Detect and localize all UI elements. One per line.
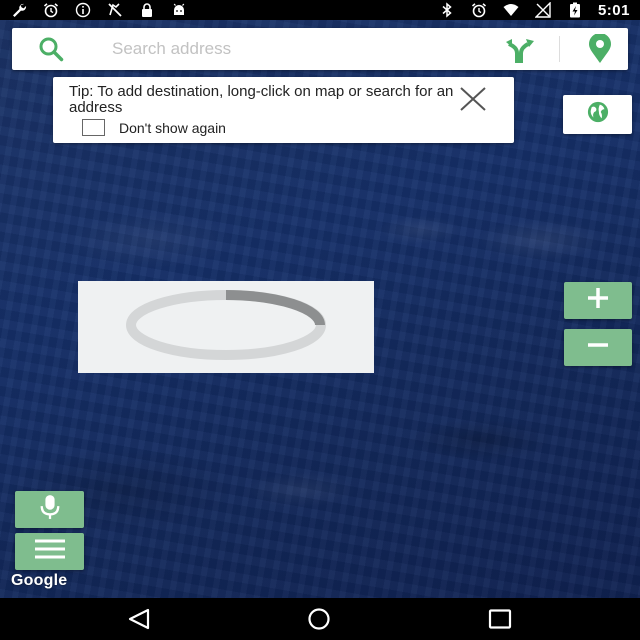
search-input[interactable] — [112, 34, 482, 64]
globe-icon — [587, 101, 609, 128]
android-icon — [170, 2, 188, 18]
hamburger-menu-icon — [33, 538, 67, 565]
zoom-out-button[interactable] — [564, 329, 632, 366]
close-icon[interactable] — [458, 86, 488, 112]
menu-button[interactable] — [15, 533, 84, 570]
search-bar — [12, 28, 628, 70]
route-icon[interactable] — [504, 36, 538, 64]
globe-button[interactable] — [563, 95, 632, 134]
signal-icon — [534, 2, 552, 18]
no-gps-icon — [106, 2, 124, 18]
status-bar: 5:01 — [0, 0, 640, 20]
battery-charging-icon — [566, 2, 584, 18]
google-attribution: Google — [11, 572, 68, 589]
minus-icon — [586, 333, 610, 362]
home-icon[interactable] — [305, 608, 333, 630]
tip-text: Tip: To add destination, long-click on m… — [69, 83, 454, 116]
status-time: 5:01 — [597, 1, 630, 19]
loading-panel — [78, 281, 374, 373]
back-icon[interactable] — [126, 608, 154, 630]
dont-show-again-checkbox[interactable] — [82, 119, 105, 136]
search-icon[interactable] — [38, 36, 64, 62]
alarm-icon — [470, 2, 488, 18]
location-pin-icon[interactable] — [583, 33, 617, 64]
dont-show-again-label: Don't show again — [119, 120, 226, 136]
recents-icon[interactable] — [486, 608, 514, 630]
info-icon — [74, 2, 92, 18]
voice-search-button[interactable] — [15, 491, 84, 528]
microphone-icon — [39, 494, 61, 525]
plus-icon — [586, 286, 610, 315]
zoom-in-button[interactable] — [564, 282, 632, 319]
wifi-icon — [502, 2, 520, 18]
wrench-icon — [10, 2, 28, 18]
loading-spinner-icon — [121, 285, 331, 370]
search-divider — [559, 36, 560, 62]
alarm-icon — [42, 2, 60, 18]
navigation-bar — [0, 598, 640, 640]
tip-box: Tip: To add destination, long-click on m… — [53, 77, 514, 143]
bluetooth-icon — [438, 2, 456, 18]
lock-icon — [138, 2, 156, 18]
